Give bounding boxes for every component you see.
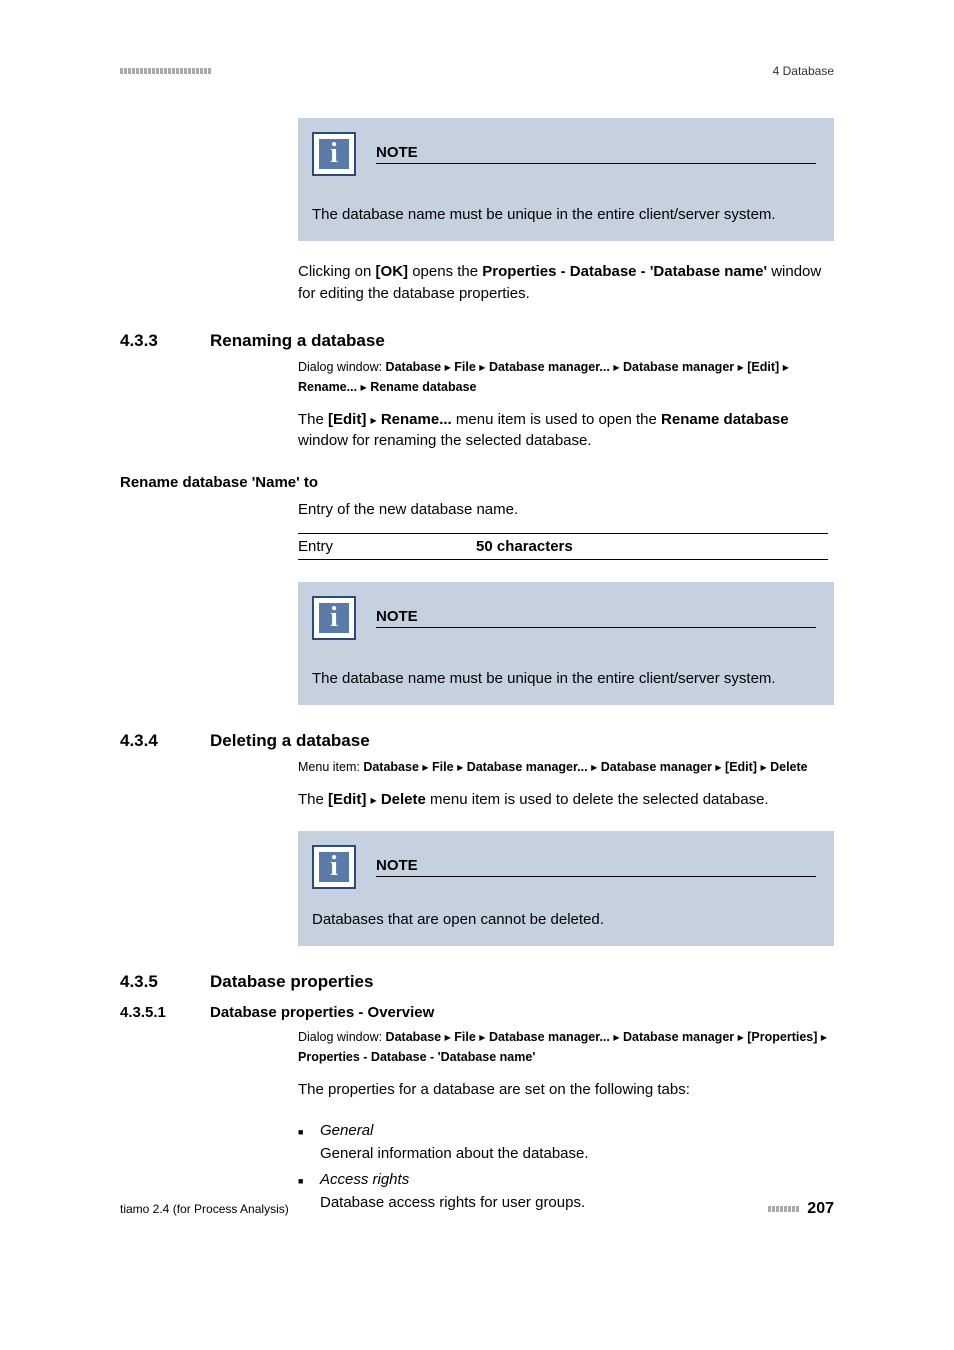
section-number: 4.3.4	[120, 731, 210, 751]
section-number: 4.3.3	[120, 331, 210, 351]
info-icon: i	[312, 596, 356, 640]
note-title: NOTE	[376, 144, 816, 164]
note-title: NOTE	[376, 608, 816, 628]
note-title: NOTE	[376, 857, 816, 877]
list-item-desc: General information about the database.	[320, 1143, 834, 1166]
paragraph: The properties for a database are set on…	[298, 1079, 834, 1101]
subsection-heading: 4.3.5.1 Database properties - Overview	[120, 1004, 834, 1021]
footer-decoration	[768, 1206, 799, 1212]
page-footer: tiamo 2.4 (for Process Analysis) 207	[120, 1200, 834, 1218]
section-heading: 4.3.5 Database properties	[120, 972, 834, 992]
info-icon: i	[312, 845, 356, 889]
entry-value: 50 characters	[476, 538, 573, 555]
note-body: The database name must be unique in the …	[312, 204, 816, 225]
section-heading: 4.3.4 Deleting a database	[120, 731, 834, 751]
subsection-title: Database properties - Overview	[210, 1004, 434, 1021]
section-title: Database properties	[210, 972, 373, 992]
info-icon: i	[312, 132, 356, 176]
section-number: 4.3.5	[120, 972, 210, 992]
header-decoration	[120, 68, 211, 74]
paragraph: The [Edit] ▶ Delete menu item is used to…	[298, 789, 834, 811]
section-title: Renaming a database	[210, 331, 385, 351]
subsection-number: 4.3.5.1	[120, 1004, 210, 1021]
field-description: Entry of the new database name.	[298, 499, 834, 521]
list-item-title: Access rights	[320, 1169, 834, 1192]
entry-spec: Entry 50 characters	[298, 533, 828, 560]
menu-path: Menu item: Database ▶ File ▶ Database ma…	[298, 757, 834, 777]
note-body: Databases that are open cannot be delete…	[312, 909, 816, 930]
header-section-label: 4 Database	[773, 64, 834, 78]
field-heading: Rename database 'Name' to	[120, 474, 834, 491]
list-item-title: General	[320, 1120, 834, 1143]
footer-product: tiamo 2.4 (for Process Analysis)	[120, 1202, 289, 1216]
bullet-icon: ■	[298, 1120, 320, 1165]
dialog-path: Dialog window: Database ▶ File ▶ Databas…	[298, 357, 834, 397]
note-box: i NOTE Databases that are open cannot be…	[298, 831, 834, 946]
note-box: i NOTE The database name must be unique …	[298, 118, 834, 241]
paragraph: Clicking on [OK] opens the Properties - …	[298, 261, 834, 305]
paragraph: The [Edit] ▶ Rename... menu item is used…	[298, 409, 834, 453]
list-item: ■ General General information about the …	[298, 1120, 834, 1165]
page-header: 4 Database	[120, 64, 834, 78]
page-number: 207	[807, 1200, 834, 1218]
note-body: The database name must be unique in the …	[312, 668, 816, 689]
note-box: i NOTE The database name must be unique …	[298, 582, 834, 705]
dialog-path: Dialog window: Database ▶ File ▶ Databas…	[298, 1027, 834, 1067]
section-title: Deleting a database	[210, 731, 370, 751]
section-heading: 4.3.3 Renaming a database	[120, 331, 834, 351]
entry-label: Entry	[298, 538, 476, 555]
